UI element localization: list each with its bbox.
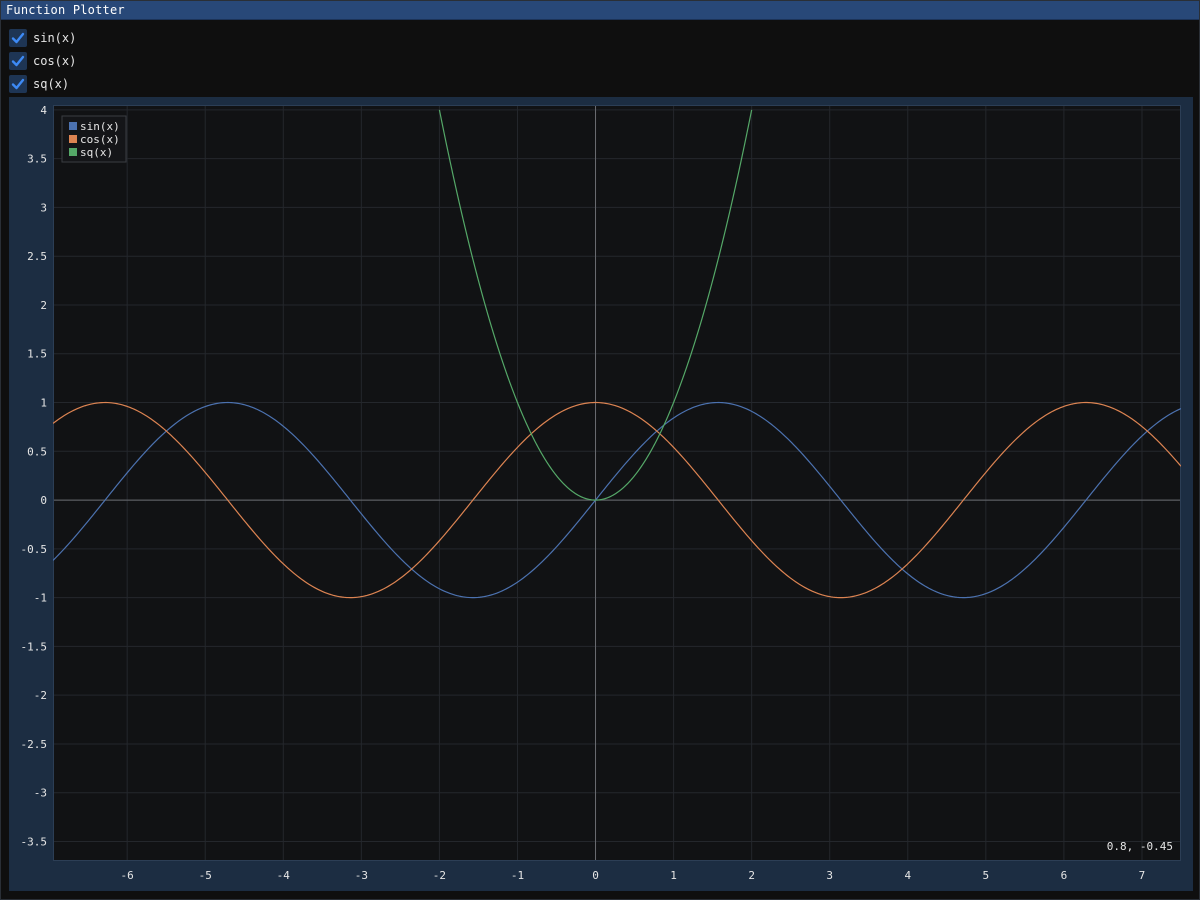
sq-checkbox[interactable]	[9, 74, 27, 93]
y-tick-label: 3	[40, 201, 47, 214]
plot-frame[interactable]: -6 -5 -4 -3 -2 -1 0 1 2 3 4 5 6 7 -3.5 -3 -2.5 -2 -1.5 -1 -0…	[9, 97, 1193, 891]
y-tick-label: 4	[40, 104, 47, 117]
y-tick-label: 1	[40, 397, 47, 410]
x-tick-label: 0	[592, 869, 599, 882]
legend-swatch	[69, 122, 77, 130]
y-tick-label: 0	[40, 494, 47, 507]
legend-swatch	[69, 148, 77, 156]
function-plot[interactable]: -6 -5 -4 -3 -2 -1 0 1 2 3 4 5 6 7 -3.5 -3 -2.5 -2 -1.5 -1 -0…	[9, 97, 1193, 891]
x-tick-label: -1	[511, 869, 524, 882]
x-tick-label: 7	[1139, 869, 1146, 882]
window-title: Function Plotter	[6, 3, 125, 17]
y-tick-label: -3.5	[21, 835, 48, 848]
y-tick-label: -0.5	[21, 543, 48, 556]
y-tick-label: 0.5	[27, 445, 47, 458]
sq-checkbox-label[interactable]: sq(x)	[33, 77, 69, 91]
cos-checkbox[interactable]	[9, 51, 27, 70]
toggle-cos[interactable]: cos(x)	[9, 51, 76, 70]
y-tick-label: -3	[34, 787, 47, 800]
legend-swatch	[69, 135, 77, 143]
sin-checkbox[interactable]	[9, 28, 27, 47]
window-titlebar[interactable]: Function Plotter	[1, 1, 1199, 20]
x-tick-label: -2	[433, 869, 446, 882]
y-tick-label: -1.5	[21, 640, 48, 653]
y-tick-label: 3.5	[27, 153, 47, 166]
x-tick-label: 1	[670, 869, 677, 882]
checkmark-icon	[11, 78, 25, 89]
x-tick-label: 6	[1061, 869, 1068, 882]
toggle-sin[interactable]: sin(x)	[9, 28, 76, 47]
x-tick-label: -5	[199, 869, 212, 882]
y-tick-label: 2.5	[27, 250, 47, 263]
y-tick-label: 1.5	[27, 348, 47, 361]
y-tick-label: 2	[40, 299, 47, 312]
plot-area[interactable]	[53, 105, 1181, 861]
y-tick-label: -1	[34, 592, 47, 605]
legend-label[interactable]: cos(x)	[80, 133, 120, 146]
x-tick-label: 4	[904, 869, 911, 882]
x-tick-label: -6	[121, 869, 134, 882]
x-tick-label: 2	[748, 869, 755, 882]
toggle-sq[interactable]: sq(x)	[9, 74, 69, 93]
legend-label[interactable]: sq(x)	[80, 146, 113, 159]
y-tick-label: -2	[34, 689, 47, 702]
app-window: Function Plotter sin(x) cos(x) sq(x) -6-…	[0, 0, 1200, 900]
cos-checkbox-label[interactable]: cos(x)	[33, 54, 76, 68]
x-tick-label: -4	[277, 869, 291, 882]
checkmark-icon	[11, 32, 25, 43]
x-tick-label: 3	[826, 869, 833, 882]
mouse-coords-readout: 0.8, -0.45	[1107, 840, 1173, 853]
checkmark-icon	[11, 55, 25, 66]
legend-label[interactable]: sin(x)	[80, 120, 120, 133]
y-tick-label: -2.5	[21, 738, 48, 751]
x-tick-label: 5	[983, 869, 990, 882]
x-tick-label: -3	[355, 869, 368, 882]
sin-checkbox-label[interactable]: sin(x)	[33, 31, 76, 45]
